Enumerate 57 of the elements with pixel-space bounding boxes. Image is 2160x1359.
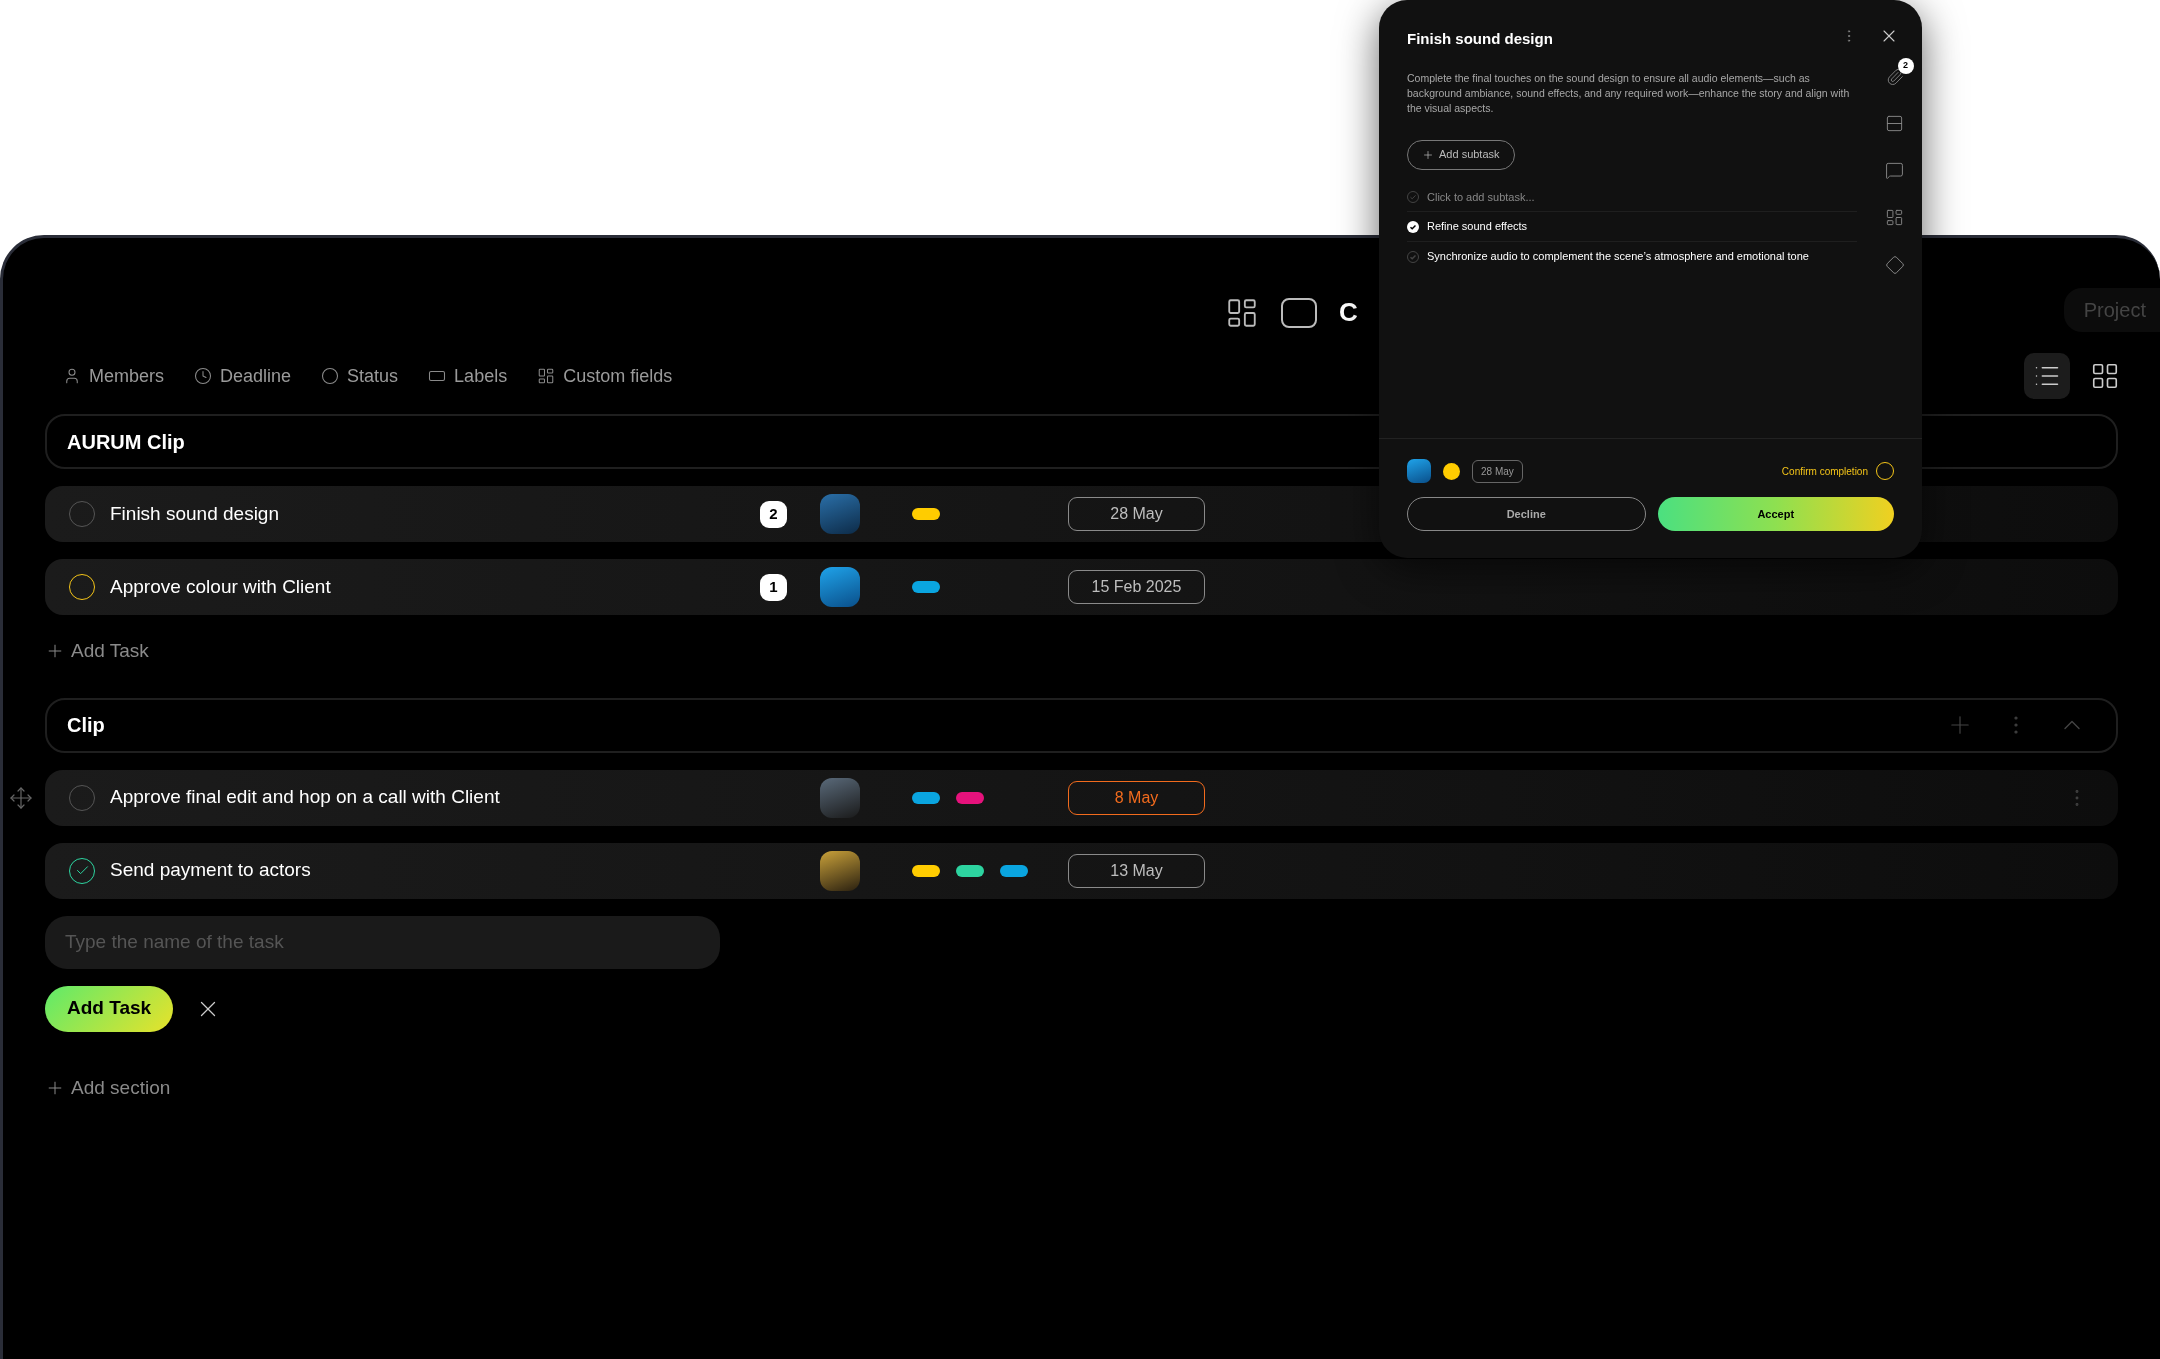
task-title: Approve colour with Client — [110, 574, 332, 599]
diamond-icon[interactable] — [1884, 255, 1905, 275]
subtask-checkbox[interactable] — [1407, 220, 1419, 233]
date-chip[interactable]: 28 May — [1472, 459, 1523, 483]
avatar-photo-placeholder — [820, 567, 860, 607]
layout-icon[interactable] — [1885, 208, 1904, 227]
filter-button[interactable]: Labels — [428, 362, 508, 390]
rows-icon[interactable] — [1885, 114, 1904, 133]
filter-button[interactable]: Status — [321, 362, 399, 390]
task-row[interactable]: Approve final edit and hop on a call with Client 8 May — [45, 769, 2118, 826]
drag-handle-icon[interactable] — [9, 785, 33, 810]
subtask-title: Synchronize audio to complement the scene’s atmosphere and emotional tone — [1427, 248, 1809, 264]
task-row[interactable]: Approve colour with Client 1 15 Feb 2025 — [45, 559, 2118, 615]
date-chip[interactable]: 13 May — [1068, 853, 1205, 888]
date-chip[interactable]: 15 Feb 2025 — [1068, 570, 1205, 604]
filter-button[interactable]: Members — [63, 362, 164, 390]
attachment-count-badge: 2 — [1897, 58, 1914, 74]
list-view-button[interactable] — [2024, 353, 2070, 399]
accept-button[interactable]: Accept — [1657, 497, 1894, 531]
filter-button[interactable]: Deadline — [194, 362, 292, 390]
subtask-count-badge: 2 — [760, 500, 787, 528]
subtask-count-badge: 1 — [760, 573, 787, 601]
board-title: C — [1339, 296, 1358, 329]
date-chip[interactable]: 8 May — [1068, 780, 1205, 815]
add-task-button[interactable]: Add Task — [45, 985, 174, 1032]
task-title: Finish sound design — [110, 501, 280, 526]
task-description: Complete the final touches on the sound design to ensure all audio elements—such as background ambiance, sound effects, and any required work—enhance the story and align with the visual aspects. — [1407, 70, 1851, 116]
confirm-label: Confirm completion — [1781, 464, 1868, 479]
note-icon[interactable] — [1885, 161, 1904, 180]
task-row[interactable]: Send payment to actors 13 May — [45, 842, 2118, 899]
plus-icon — [1422, 148, 1434, 161]
avatar-photo-placeholder — [820, 850, 860, 891]
task-title: Send payment to actors — [110, 858, 312, 883]
avatar-photo-placeholder — [820, 777, 860, 818]
filter-button[interactable]: Custom fields — [537, 362, 673, 390]
add-task-link[interactable]: Add Task — [45, 637, 149, 666]
person-icon — [63, 367, 81, 385]
task-title: Approve final edit and hop on a call with Client — [110, 785, 501, 810]
grid-icon — [2090, 361, 2120, 391]
avatar-photo-placeholder — [820, 494, 860, 534]
check-circle-icon — [1407, 191, 1419, 203]
date-chip[interactable]: 28 May — [1068, 497, 1205, 531]
task-name-input[interactable]: Type the name of the task — [45, 915, 720, 969]
subtask-input[interactable]: Click to add subtask... — [1427, 188, 1857, 206]
view-frame-icon[interactable] — [1281, 297, 1317, 328]
section-title: Clip — [67, 713, 105, 738]
panel-title: Finish sound design — [1407, 29, 1553, 49]
check-icon — [1409, 222, 1417, 231]
avatar-photo-placeholder — [1407, 459, 1431, 483]
check-icon — [1409, 252, 1417, 261]
clock-icon — [194, 367, 212, 385]
add-section-link[interactable]: Add section — [45, 1073, 171, 1102]
paperclip-icon[interactable] — [1885, 68, 1904, 86]
section-title: AURUM Clip — [67, 429, 185, 455]
subtask-title: Refine sound effects — [1427, 218, 1528, 234]
fields-icon — [537, 367, 556, 385]
circle-icon — [321, 367, 340, 385]
